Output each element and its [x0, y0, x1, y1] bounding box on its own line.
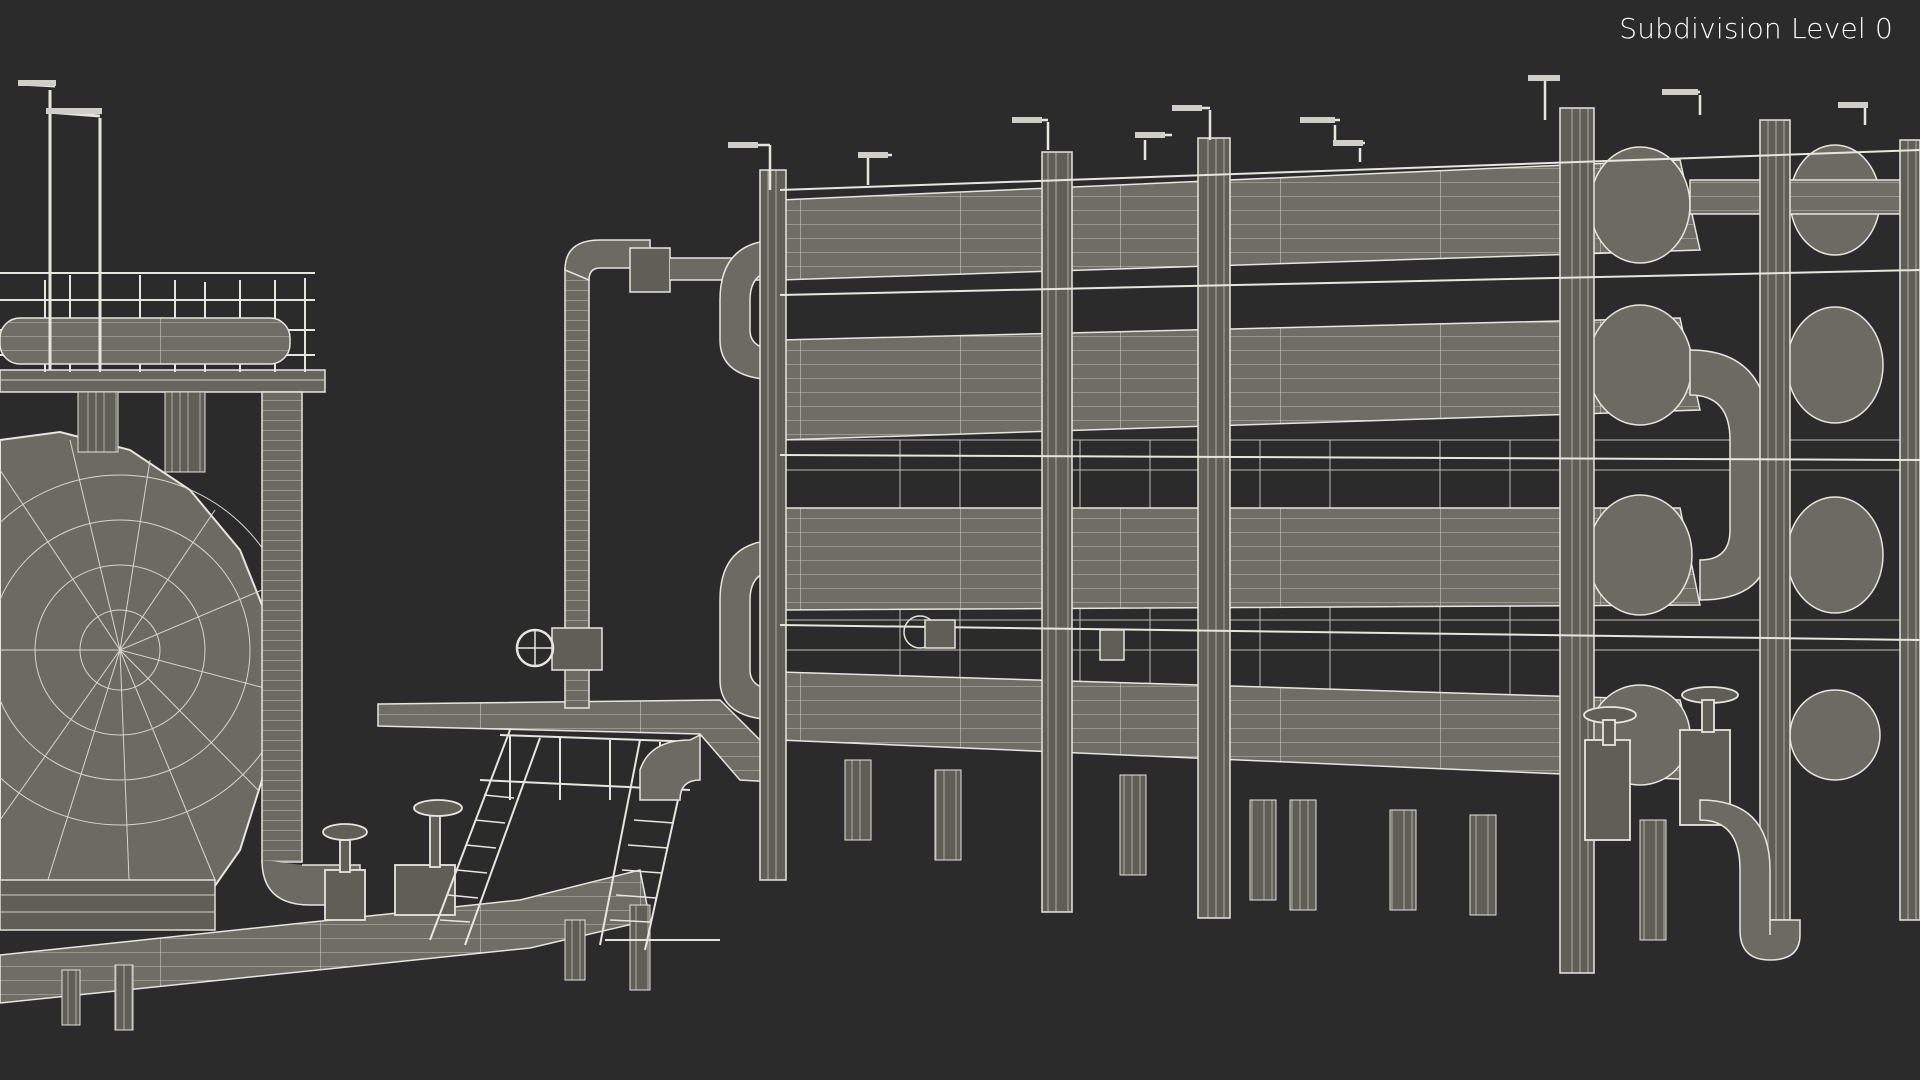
- wireframe-model-render[interactable]: [0, 0, 1920, 1080]
- subdivision-level-label: Subdivision Level 0: [1619, 12, 1893, 45]
- storage-tank: [0, 430, 296, 931]
- 3d-viewport[interactable]: Subdivision Level 0: [0, 0, 1920, 1080]
